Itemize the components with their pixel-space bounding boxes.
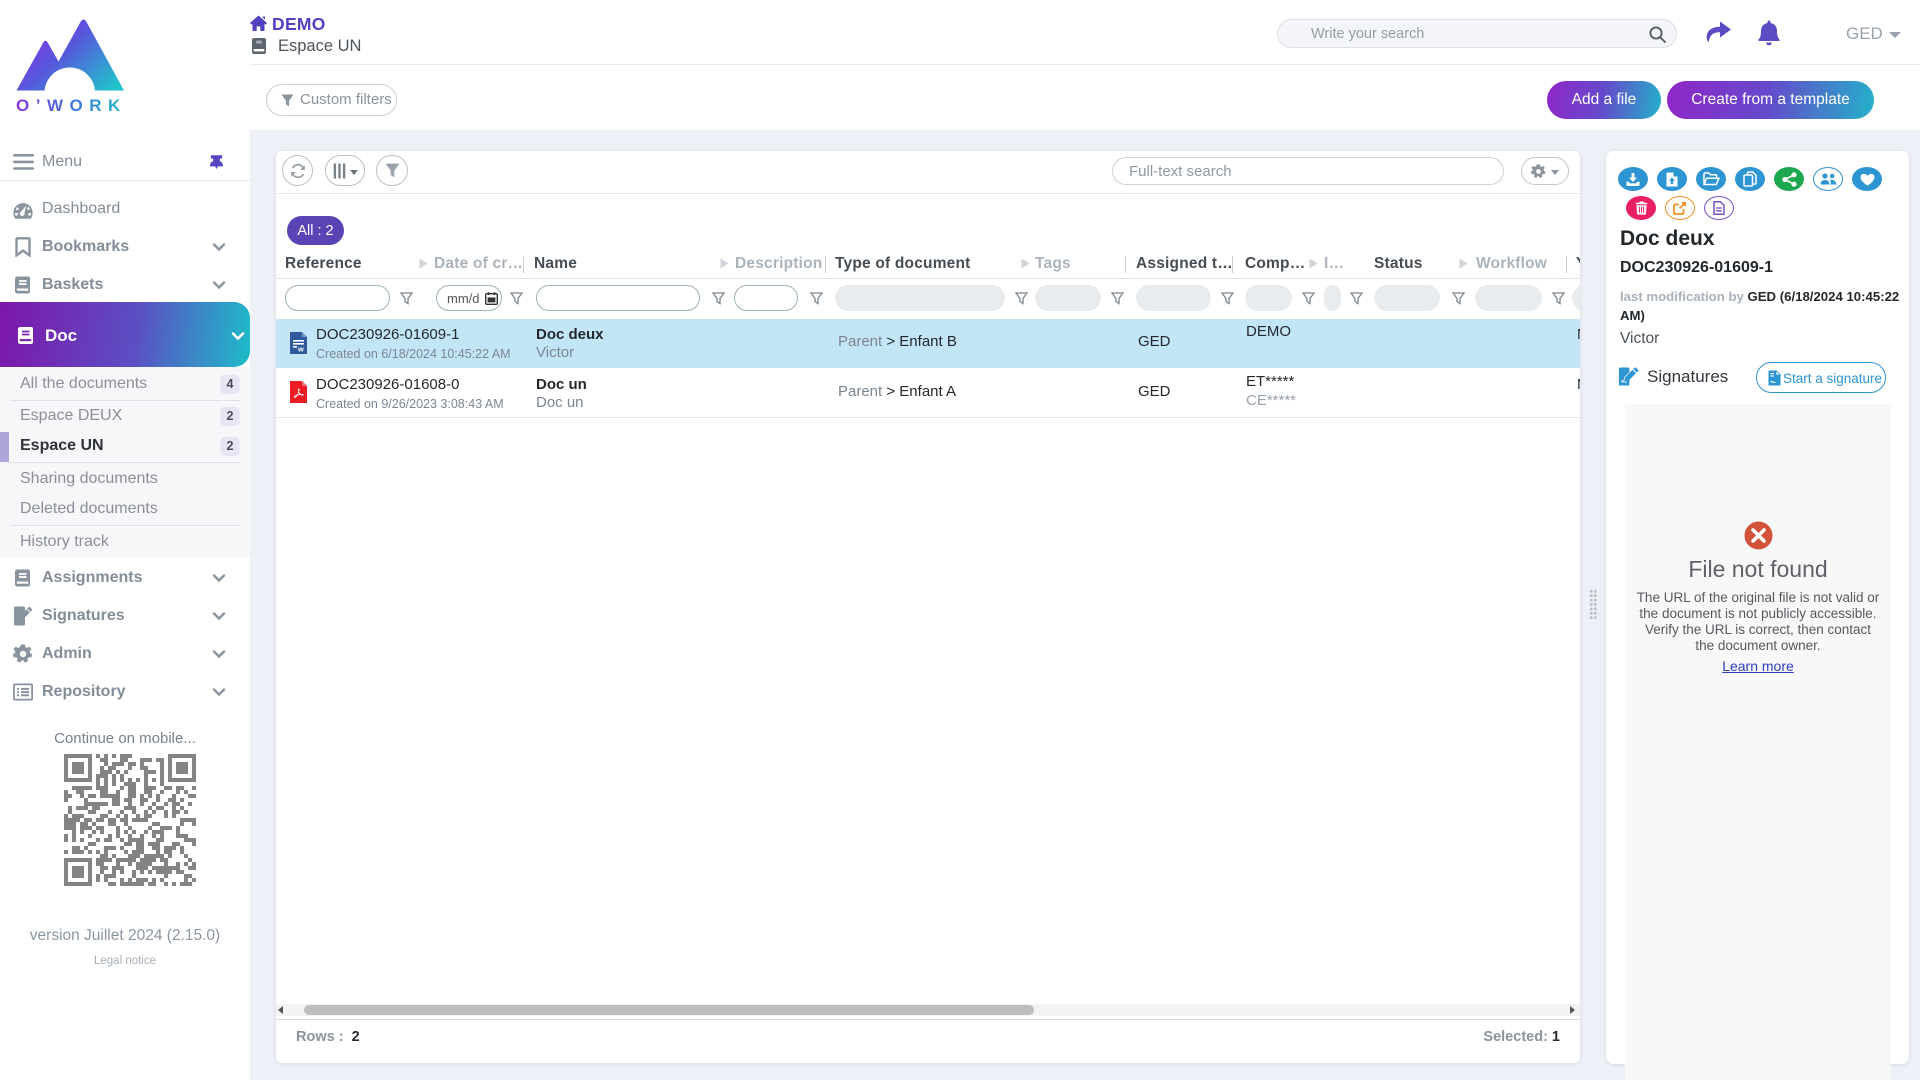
svg-text:O’WORK: O’WORK [16,96,126,114]
svg-text:w: w [297,345,304,354]
